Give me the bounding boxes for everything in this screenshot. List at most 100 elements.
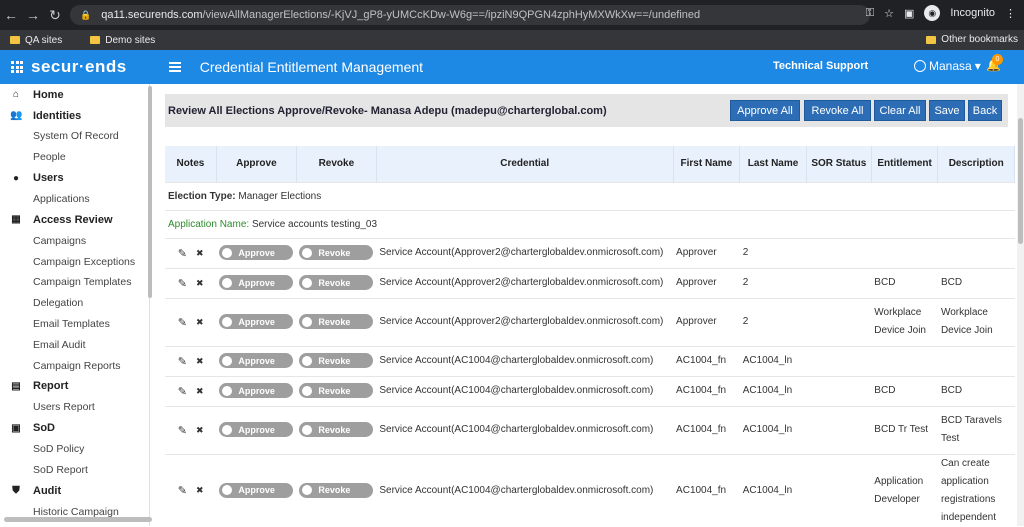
sidebar-item-email-templates[interactable]: Email Templates [0,314,149,335]
technical-support-link[interactable]: Technical Support [773,60,868,72]
revoke-toggle[interactable]: Revoke [299,314,374,330]
sidebar-section-sod[interactable]: ▣ SoD [0,418,149,439]
save-button[interactable]: Save [929,100,965,121]
sidebar-item-sod-report[interactable]: SoD Report [0,460,149,481]
approve-toggle[interactable]: Approve [219,383,294,399]
toggle-knob [222,355,233,366]
back-arrow-icon[interactable]: ← [0,7,22,23]
approve-toggle[interactable]: Approve [219,245,294,261]
sidebar-scrollbar[interactable] [148,86,152,298]
sidebar-item-users-report[interactable]: Users Report [0,397,149,418]
key-icon[interactable]: ⚿ [866,7,874,20]
review-title: Review All Elections Approve/Revoke- Man… [168,104,607,117]
sidebar-section-label: SoD [33,422,55,435]
column-header-entitlement[interactable]: Entitlement [871,146,939,182]
sidebar-item-campaign-exceptions[interactable]: Campaign Exceptions [0,251,149,272]
star-icon[interactable]: ☆ [884,7,894,20]
folder-icon [90,36,101,44]
clear-icon[interactable]: ✖ [196,356,204,367]
column-header-description[interactable]: Description [937,146,1015,182]
revoke-toggle[interactable]: Revoke [299,275,374,291]
application-name-row-label: Application Name: [168,218,250,230]
revoke-toggle[interactable]: Revoke [299,245,374,261]
column-header-sor-status[interactable]: SOR Status [806,146,872,182]
approve-toggle[interactable]: Approve [219,353,294,369]
clear-icon[interactable]: ✖ [196,317,204,328]
bookmark-qa-sites[interactable]: QA sites [10,35,62,46]
sidebar-section-report[interactable]: ▤ Report [0,376,149,397]
revoke-toggle[interactable]: Revoke [299,482,374,498]
table-cell [806,345,872,376]
horizontal-scrollbar[interactable] [4,517,152,522]
forward-arrow-icon[interactable]: → [22,7,44,23]
other-bookmarks[interactable]: Other bookmarks [926,34,1018,45]
sidebar-item-sod-policy[interactable]: SoD Policy [0,439,149,460]
sidebar-section-identities[interactable]: 👥 Identities [0,105,149,126]
approve-all-button[interactable]: Approve All [730,100,800,121]
page-scrollbar-thumb[interactable] [1018,118,1023,244]
notes-actions: ✎ ✖ [168,385,213,398]
sidebar-section-label: Identities [33,109,82,122]
sidebar-section-home[interactable]: ⌂ Home [0,84,149,105]
sidebar-section-access-review[interactable]: ▦ Access Review [0,209,149,230]
column-header-first-name[interactable]: First Name [673,146,741,182]
hamburger-menu-icon[interactable] [168,62,181,72]
revoke-toggle[interactable]: Revoke [299,422,374,438]
sidebar-section-label: Users [33,172,64,185]
table-cell: 2 [739,237,807,268]
sidebar-section-audit[interactable]: ⛊ Audit [0,480,149,501]
edit-note-icon[interactable]: ✎ [178,277,187,290]
approve-toggle[interactable]: Approve [219,482,294,498]
clear-icon[interactable]: ✖ [196,485,204,496]
sidebar-item-campaign-templates[interactable]: Campaign Templates [0,272,149,293]
edit-note-icon[interactable]: ✎ [178,424,187,437]
edit-note-icon[interactable]: ✎ [178,247,187,260]
column-header-credential[interactable]: Credential [376,146,674,182]
sidebar-section-users[interactable]: ● Users [0,168,149,189]
revoke-toggle[interactable]: Revoke [299,353,374,369]
sidepanel-icon[interactable]: ▣ [904,7,914,20]
approve-toggle[interactable]: Approve [219,422,294,438]
reload-icon[interactable]: ↻ [44,7,66,24]
edit-note-icon[interactable]: ✎ [178,385,187,398]
table-cell: BCD [871,267,938,298]
apps-grid-icon[interactable] [11,61,23,73]
toggle-knob [302,247,313,258]
sidebar-item-system-of-record[interactable]: System Of Record [0,126,149,147]
approve-toggle[interactable]: Approve [219,275,294,291]
sidebar-item-delegation[interactable]: Delegation [0,293,149,314]
approve-toggle-label: Approve [238,316,275,327]
url-path: /viewAllManagerElections/-KjVJ_gP8-yUMCc… [202,9,701,21]
address-bar[interactable]: 🔒 qa11.securends.com/viewAllManagerElect… [70,5,870,25]
revoke-all-button[interactable]: Revoke All [804,100,871,121]
bookmark-demo-sites[interactable]: Demo sites [90,35,155,46]
incognito-icon[interactable]: ◉ [924,5,941,21]
column-header-last-name[interactable]: Last Name [739,146,807,182]
approve-toggle[interactable]: Approve [219,314,294,330]
edit-note-icon[interactable]: ✎ [178,316,187,329]
clear-icon[interactable]: ✖ [196,386,204,397]
sidebar-item-email-audit[interactable]: Email Audit [0,334,149,355]
lock-icon: 🔒 [80,9,92,20]
back-button[interactable]: Back [968,100,1002,121]
kebab-menu-icon[interactable]: ⋮ [1005,7,1016,20]
revoke-toggle[interactable]: Revoke [299,383,374,399]
user-menu[interactable]: Manasa ▾ [914,59,981,73]
toggle-knob [302,355,313,366]
edit-note-icon[interactable]: ✎ [178,484,187,497]
sidebar-item-campaigns[interactable]: Campaigns [0,230,149,251]
column-header-notes[interactable]: Notes [165,146,217,182]
sidebar-item-campaign-reports[interactable]: Campaign Reports [0,355,149,376]
table-cell: Revoke [296,237,377,268]
clear-icon[interactable]: ✖ [196,425,204,436]
edit-note-icon[interactable]: ✎ [178,355,187,368]
clear-icon[interactable]: ✖ [196,248,204,259]
table-row: ✎ ✖ Approve Revoke Service Account(Approver2… [165,267,1015,298]
column-header-approve[interactable]: Approve [216,146,297,182]
column-header-revoke[interactable]: Revoke [296,146,377,182]
cell-first: AC1004_fn [676,424,727,435]
clear-icon[interactable]: ✖ [196,278,204,289]
clear-all-button[interactable]: Clear All [874,100,926,121]
sidebar-item-people[interactable]: People [0,147,149,168]
sidebar-item-applications[interactable]: Applications [0,189,149,210]
